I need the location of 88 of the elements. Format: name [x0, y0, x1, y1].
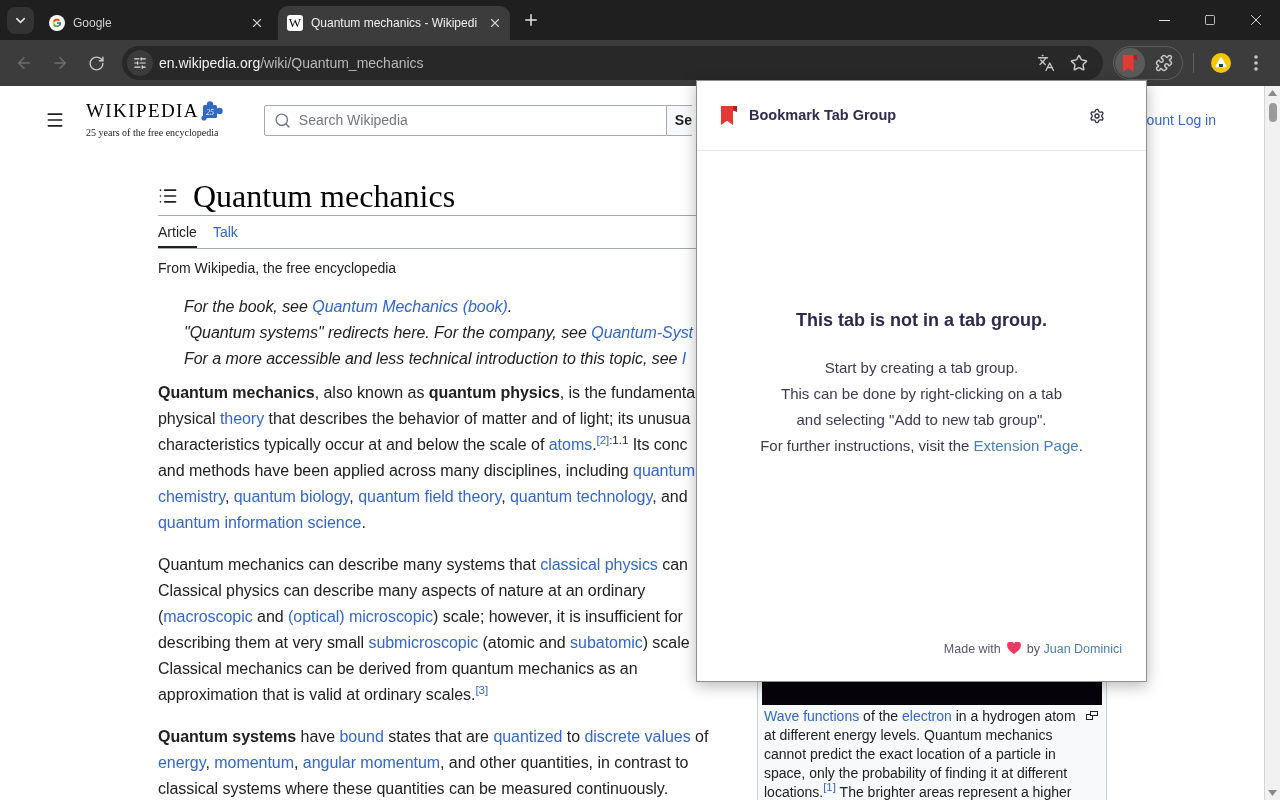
article-title: Quantum mechanics: [193, 176, 456, 216]
text-link[interactable]: quantum biology: [233, 488, 350, 505]
bookmark-logo-icon: [720, 105, 738, 126]
article-paragraph: Quantum mechanics, also known as quantum physics, is the fundamenta physical theory that describes the behavior of matter and of light; its unusua characteristics typically occur at and below the scale of atoms.$^{[2]}$$^{:1.1}$ Its conc and methods have been applied across many disciplines, including quantum chemistry, quantum biology, quantum field theory, quantum technology, and quantum information science.: [158, 383, 696, 533]
reference-link[interactable]: [1]: [823, 781, 836, 794]
text-link[interactable]: quantum field theory: [358, 488, 502, 505]
translate-button[interactable]: [1036, 53, 1056, 73]
text-link[interactable]: quantum: [633, 462, 696, 479]
arrow-right-icon: [51, 54, 69, 72]
scrollbar[interactable]: [1264, 86, 1280, 800]
site-info-button[interactable]: [127, 50, 153, 76]
page-tab[interactable]: Talk: [212, 216, 238, 248]
search-icon: [273, 111, 291, 129]
search-button[interactable]: Se: [666, 104, 692, 136]
reference-link[interactable]: [2]: [596, 434, 610, 447]
text-link[interactable]: Quantum Mechanics (book): [312, 298, 508, 315]
text-link[interactable]: discrete values: [584, 728, 691, 745]
credit-text: Made with by Juan Dominici: [943, 641, 1122, 657]
page-tab[interactable]: Article: [158, 216, 197, 248]
minimize-icon: [1158, 19, 1170, 21]
text-link[interactable]: subatomic: [570, 634, 643, 651]
site-tagline: From Wikipedia, the free encyclopedia: [158, 259, 397, 278]
settings-button[interactable]: [1088, 106, 1106, 125]
text-link[interactable]: Extension Page: [973, 437, 1079, 454]
hatnote-text: "Quantum systems" redirects here. For the company, see Quantum-Syst: [184, 323, 694, 343]
text-link[interactable]: theory: [219, 410, 265, 427]
text-link[interactable]: Wave functions: [764, 708, 860, 724]
text-link[interactable]: chemistry: [158, 488, 225, 505]
text-link[interactable]: submicroscopic: [368, 634, 479, 651]
browser-tab[interactable]: W Quantum mechanics - Wikipedi: [278, 6, 510, 40]
popup-title: Bookmark Tab Group: [749, 105, 897, 125]
browser-tab[interactable]: Google: [40, 6, 276, 40]
translate-icon: [1037, 54, 1055, 72]
tab-search-button[interactable]: [7, 6, 34, 34]
text-link[interactable]: atoms: [548, 436, 593, 453]
reference-link[interactable]: [3]: [475, 684, 489, 697]
heart-icon: [1006, 642, 1021, 654]
scroll-up-arrow-icon[interactable]: [1268, 90, 1277, 96]
text-link[interactable]: quantized: [493, 728, 563, 745]
instruction-text: This can be done by right-clicking on a tab and selecting "Add to new tab group".: [781, 384, 1062, 430]
plus-icon: [522, 11, 540, 29]
author-link[interactable]: Juan Dominici: [1043, 642, 1122, 656]
settings-icon: [1089, 107, 1105, 124]
text-link[interactable]: quantum information science: [158, 514, 362, 531]
sliders-icon: [133, 56, 147, 70]
text-link[interactable]: macroscopic: [163, 608, 253, 625]
enlarge-icon[interactable]: [1086, 711, 1098, 720]
text-link[interactable]: Quantum-Syst: [591, 324, 694, 341]
empty-state-heading: This tab is not in a tab group.: [796, 309, 1047, 332]
instruction-text: For further instructions, visit the Extension Page.: [760, 436, 1083, 456]
text-link[interactable]: momentum: [214, 754, 295, 771]
letter-favicon: W: [287, 15, 303, 31]
text-link[interactable]: quantum technology: [510, 488, 653, 505]
address-field[interactable]: en.wikipedia.org/wiki/Quantum_mechanics: [122, 46, 1103, 80]
puzzle-icon: [1155, 54, 1173, 72]
text-link[interactable]: bound: [339, 728, 384, 745]
text-link[interactable]: energy: [158, 754, 206, 771]
hatnote-text: For a more accessible and less technical introduction to this topic, see I: [184, 349, 687, 369]
instruction-text: Start by creating a tab group.: [824, 358, 1019, 378]
scrollbar-thumb[interactable]: [1268, 103, 1277, 122]
account-link[interactable]: ount: [1146, 109, 1174, 131]
scroll-down-arrow-icon[interactable]: [1268, 790, 1277, 796]
text-link[interactable]: I: [681, 350, 687, 367]
text-link[interactable]: electron: [902, 708, 952, 724]
close-icon: [488, 16, 502, 30]
text-link[interactable]: (optical) microscopic: [288, 608, 434, 625]
three-dots-icon: [1254, 55, 1258, 71]
g-logo-icon: [49, 15, 65, 31]
article-paragraph: Quantum systems have bound states that are quantized to discrete values of energy, momentum, angular momentum, and other quantities, in contrast to classical systems where these quantities can be measured continuously.: [158, 727, 709, 799]
star-icon: [1070, 54, 1088, 72]
logo-tagline: 25 years of the free encyclopedia: [86, 127, 219, 139]
account-link[interactable]: Log in: [1177, 109, 1216, 131]
text-link[interactable]: classical physics: [540, 556, 658, 573]
url-text: en.wikipedia.org/wiki/Quantum_mechanics: [159, 53, 424, 73]
hatnote-text: For the book, see Quantum Mechanics (book).: [184, 297, 513, 317]
bookmark-star-button[interactable]: [1069, 53, 1089, 73]
menu-icon: [45, 110, 65, 130]
extension-button[interactable]: [1115, 48, 1145, 78]
maximize-icon: [1204, 14, 1216, 26]
figure-caption: Wave functions of the electron in a hydrogen atom at different energy levels. Quantum mechanics cannot predict the exact location of a particle in space, only the probability of finding it at different locations.$^{[1]}$ The brighter areas represent a higher: [764, 707, 1076, 800]
search-field[interactable]: Search Wikipedia: [263, 104, 667, 136]
article-paragraph: Quantum mechanics can describe many systems that classical physics can Classical physics can describe many aspects of nature at an ordinary (macroscopic and (optical) microscopic) scale; however, it is insufficient for describing them at very small submicroscopic (atomic and subatomic) scale Classical mechanics can be derived from quantum mechanics as an approximation that is valid at ordinary scales.$^{[3]}$: [158, 555, 690, 705]
text-link[interactable]: angular momentum: [302, 754, 441, 771]
logo-wordmark: WIKIPEDIA: [86, 101, 199, 121]
avatar-icon: [1211, 53, 1231, 73]
close-icon: [250, 16, 264, 30]
reload-icon: [87, 54, 105, 72]
bookmark-icon: [1122, 53, 1138, 73]
